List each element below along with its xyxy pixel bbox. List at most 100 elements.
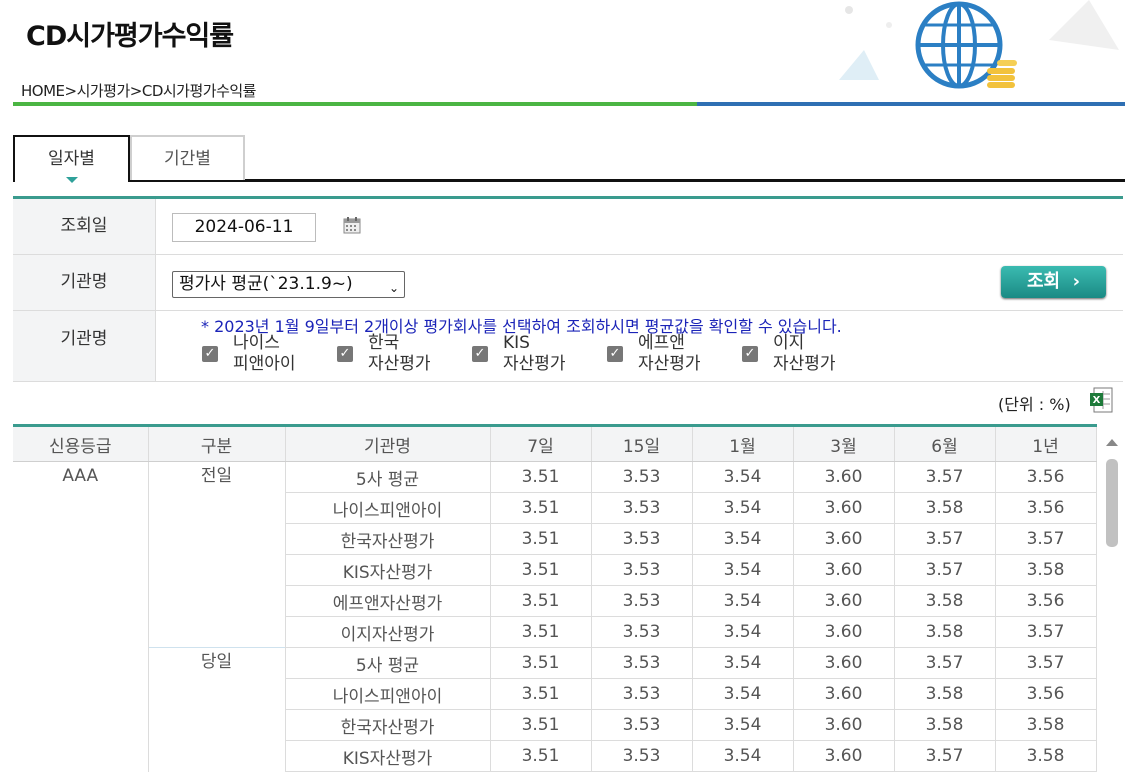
agency-name-cell: 5사 평균 — [285, 647, 491, 679]
rate-cell: 3.53 — [591, 647, 693, 679]
rate-cell: 3.60 — [793, 492, 895, 524]
chevron-down-icon: ⌄ — [388, 281, 399, 295]
rate-cell: 3.53 — [591, 740, 693, 772]
date-input[interactable]: 2024-06-11 — [172, 213, 316, 242]
agencies-row: 기관명 * 2023년 1월 9일부터 2개이상 평가회사를 선택하여 조회하시… — [13, 311, 1123, 382]
agency-name-cell: 한국자산평가 — [285, 523, 491, 555]
rate-cell: 3.60 — [793, 678, 895, 710]
rate-cell: 3.57 — [894, 554, 996, 586]
rate-cell: 3.54 — [692, 647, 794, 679]
rate-cell: 3.53 — [591, 461, 693, 493]
grade-cell: AAA — [13, 461, 149, 772]
rate-cell: 3.53 — [591, 709, 693, 741]
checkbox-checked-icon[interactable]: ✓ — [202, 346, 218, 362]
checkbox-label: 나이스 피앤아이 — [233, 333, 296, 374]
rate-cell: 3.60 — [793, 585, 895, 617]
rate-cell: 3.58 — [894, 678, 996, 710]
rate-cell: 3.60 — [793, 709, 895, 741]
tab-period[interactable]: 기간별 — [130, 135, 245, 180]
search-form: 조회일 2024-06-11 기관명 평가사 평균(`23.1.9~) ⌄ 조회… — [13, 196, 1123, 382]
chevron-right-icon: › — [1066, 271, 1081, 292]
rate-cell: 3.58 — [995, 709, 1097, 741]
agency-name-cell: KIS자산평가 — [285, 554, 491, 586]
rate-cell: 3.54 — [692, 554, 794, 586]
scroll-up-arrow-icon[interactable] — [1106, 439, 1118, 446]
excel-download-icon[interactable]: X — [1089, 387, 1113, 413]
rate-cell: 3.51 — [490, 709, 592, 741]
tab-bar: 일자별 기간별 — [13, 135, 1125, 183]
rate-table: 신용등급 구분 기관명 7일 15일 1월 3월 6월 1년 AAA 전일 5사 평… — [13, 424, 1097, 772]
col-header: 15일 — [591, 425, 693, 462]
globe-banner-illustration — [839, 0, 1119, 89]
agency-row: 기관명 평가사 평균(`23.1.9~) ⌄ 조회 › — [13, 255, 1123, 311]
date-row: 조회일 2024-06-11 — [13, 199, 1123, 255]
rate-cell: 3.53 — [591, 616, 693, 648]
rate-cell: 3.57 — [995, 616, 1097, 648]
checkbox-checked-icon[interactable]: ✓ — [607, 346, 623, 362]
header-divider-blue — [697, 102, 1125, 106]
rate-cell: 3.54 — [692, 678, 794, 710]
rate-cell: 3.56 — [995, 492, 1097, 524]
checkbox-checked-icon[interactable]: ✓ — [472, 346, 488, 362]
scrollbar-thumb[interactable] — [1106, 459, 1118, 547]
rate-cell: 3.58 — [894, 585, 996, 617]
rate-cell: 3.51 — [490, 492, 592, 524]
table-header-row: 신용등급 구분 기관명 7일 15일 1월 3월 6월 1년 — [13, 425, 1097, 462]
rate-cell: 3.58 — [995, 740, 1097, 772]
checkbox-label: 이지 자산평가 — [773, 333, 836, 374]
rate-cell: 3.60 — [793, 461, 895, 493]
rate-cell: 3.57 — [995, 523, 1097, 555]
rate-cell: 3.51 — [490, 647, 592, 679]
col-header: 신용등급 — [13, 425, 149, 462]
rate-cell: 3.54 — [692, 461, 794, 493]
rate-cell: 3.58 — [894, 709, 996, 741]
rate-cell: 3.54 — [692, 585, 794, 617]
rate-cell: 3.51 — [490, 554, 592, 586]
rate-cell: 3.56 — [995, 678, 1097, 710]
rate-cell: 3.53 — [591, 585, 693, 617]
rate-cell: 3.57 — [995, 647, 1097, 679]
unit-text: (단위 : %) — [998, 395, 1071, 414]
rate-cell: 3.51 — [490, 616, 592, 648]
rate-cell: 3.51 — [490, 523, 592, 555]
checkbox-label: 한국 자산평가 — [368, 333, 431, 374]
table-row: AAA 전일 5사 평균 3.51 3.53 3.54 3.60 3.57 3.56 — [13, 461, 1097, 772]
agency-name-cell: 이지자산평가 — [285, 616, 491, 648]
rate-cell: 3.58 — [894, 616, 996, 648]
rate-cell: 3.54 — [692, 616, 794, 648]
rate-cell: 3.54 — [692, 740, 794, 772]
search-button-label: 조회 — [1026, 271, 1061, 292]
checkbox-label: 에프앤 자산평가 — [638, 333, 701, 374]
rate-cell: 3.56 — [995, 585, 1097, 617]
rate-cell: 3.58 — [995, 554, 1097, 586]
rate-cell: 3.54 — [692, 492, 794, 524]
agency-select-value: 평가사 평균(`23.1.9~) — [179, 274, 353, 294]
table-row: 당일 5사 평균 3.51 3.53 3.54 3.60 3.57 3.57 — [13, 647, 1097, 772]
agency-select[interactable]: 평가사 평균(`23.1.9~) ⌄ — [172, 271, 405, 298]
calendar-icon[interactable] — [343, 216, 361, 234]
rate-cell: 3.57 — [894, 647, 996, 679]
breadcrumb: HOME>시가평가>CD시가평가수익률 — [21, 82, 256, 100]
rate-cell: 3.51 — [490, 678, 592, 710]
tab-active-indicator-icon — [65, 177, 78, 183]
rate-cell: 3.51 — [490, 461, 592, 493]
rate-cell: 3.56 — [995, 461, 1097, 493]
group-cell: 전일 — [148, 461, 286, 648]
col-header: 7일 — [490, 425, 592, 462]
rate-cell: 3.60 — [793, 740, 895, 772]
agency-label: 기관명 — [13, 255, 156, 310]
rate-cell: 3.53 — [591, 523, 693, 555]
agency-name-cell: 한국자산평가 — [285, 709, 491, 741]
col-header: 1월 — [692, 425, 794, 462]
rate-cell: 3.60 — [793, 523, 895, 555]
rate-cell: 3.53 — [591, 492, 693, 524]
rate-cell: 3.57 — [894, 523, 996, 555]
tab-daily[interactable]: 일자별 — [13, 135, 130, 183]
rate-cell: 3.60 — [793, 554, 895, 586]
rate-cell: 3.53 — [591, 554, 693, 586]
checkbox-label: KIS 자산평가 — [503, 333, 566, 374]
search-button[interactable]: 조회 › — [1001, 266, 1106, 298]
checkbox-checked-icon[interactable]: ✓ — [742, 346, 758, 362]
checkbox-checked-icon[interactable]: ✓ — [337, 346, 353, 362]
vertical-scrollbar[interactable] — [1102, 430, 1122, 766]
